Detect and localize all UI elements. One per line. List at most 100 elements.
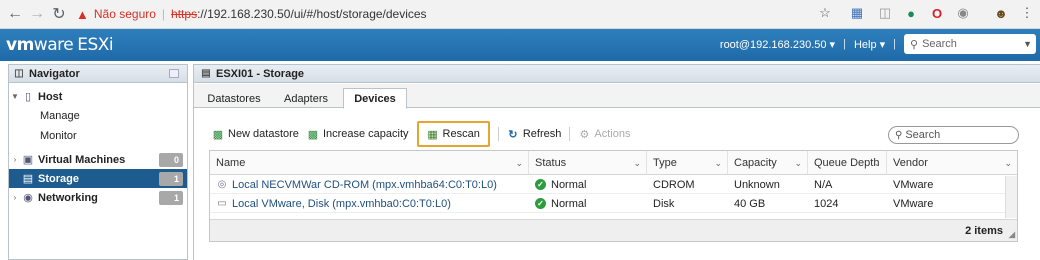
- esxi-header: vmware ESXi root@192.168.230.50 ▾ | Help …: [0, 29, 1040, 61]
- user-menu[interactable]: root@192.168.230.50 ▾: [720, 38, 835, 51]
- header-separator: |: [843, 38, 846, 50]
- bookmark-star-icon[interactable]: ☆: [816, 4, 834, 22]
- translate-extension-icon[interactable]: ▦: [848, 4, 866, 22]
- table-row[interactable]: ◎ Local NECVMWar CD-ROM (mpx.vmhba64:C0:…: [210, 175, 1017, 194]
- tab-adapters[interactable]: Adapters: [278, 89, 334, 108]
- search-icon: ⚲: [895, 129, 903, 141]
- security-label: Não seguro: [93, 7, 156, 21]
- header-menu: root@192.168.230.50 ▾ | Help ▾ | ⚲ Searc…: [720, 34, 1036, 54]
- chevron-down-icon[interactable]: ⌄: [1004, 158, 1012, 169]
- collapse-arrow-icon[interactable]: ›: [9, 193, 21, 202]
- status-ok-icon: ✓: [535, 179, 546, 190]
- device-name[interactable]: Local VMware, Disk (mpx.vmhba0:C0:T0:L0): [232, 198, 451, 210]
- disk-icon: ▭: [217, 198, 227, 209]
- tab-datastores[interactable]: Datastores: [202, 89, 266, 108]
- rescan-button[interactable]: ▦ Rescan: [416, 121, 490, 147]
- help-menu[interactable]: Help ▾: [854, 38, 885, 51]
- device-name[interactable]: Local NECVMWar CD-ROM (mpx.vmhba64:C0:T0…: [232, 179, 497, 191]
- cell-queue-depth: 1024: [814, 197, 839, 210]
- extension-icon[interactable]: ◫: [876, 4, 894, 22]
- column-header-queue-depth[interactable]: Queue Depth ⌄: [808, 151, 887, 175]
- column-label: Vendor: [893, 157, 928, 169]
- menu-dots-icon[interactable]: ⋮: [1018, 4, 1036, 22]
- nav-item-storage[interactable]: ▤ Storage 1: [9, 169, 187, 188]
- networking-icon: ◉: [23, 192, 33, 204]
- header-separator: |: [893, 38, 896, 50]
- column-label: Status: [535, 157, 567, 169]
- actions-button[interactable]: ⚙ Actions: [578, 124, 630, 144]
- nav-item-monitor[interactable]: Monitor: [9, 126, 187, 146]
- nav-item-host[interactable]: ▼ ▯ Host: [9, 87, 187, 106]
- column-label: Capacity: [734, 157, 777, 169]
- nav-item-virtual-machines[interactable]: › ▣ Virtual Machines 0: [9, 150, 187, 169]
- cell-name[interactable]: ◎ Local NECVMWar CD-ROM (mpx.vmhba64:C0:…: [210, 175, 497, 194]
- new-datastore-label: New datastore: [228, 128, 299, 140]
- chevron-down-icon[interactable]: ⌄: [633, 158, 641, 169]
- chevron-down-icon[interactable]: ⌄: [873, 158, 881, 169]
- column-label: Type: [653, 157, 677, 169]
- chevron-down-icon[interactable]: ⌄: [714, 158, 722, 169]
- nav-item-label: Virtual Machines: [38, 153, 126, 166]
- refresh-icon: ↻: [508, 128, 518, 141]
- cell-queue-depth: N/A: [814, 178, 833, 191]
- count-badge: 1: [159, 172, 183, 186]
- new-datastore-icon: ▩: [212, 128, 224, 141]
- forward-arrow-icon[interactable]: →: [26, 3, 48, 25]
- status-text: Normal: [551, 178, 587, 191]
- column-header-status[interactable]: Status ⌄: [529, 151, 647, 175]
- brand-ware: ware: [33, 35, 74, 55]
- cell-type: CDROM: [653, 178, 695, 191]
- url-protocol: https: [171, 7, 198, 21]
- reload-icon[interactable]: ↻: [48, 3, 70, 25]
- virtual-machines-icon: ▣: [22, 154, 34, 166]
- increase-capacity-icon: ▩: [307, 128, 319, 141]
- nav-item-manage[interactable]: Manage: [9, 106, 187, 126]
- column-label: Name: [216, 157, 246, 169]
- page-title: ESXI01 - Storage: [216, 67, 305, 80]
- column-header-type[interactable]: Type ⌄: [647, 151, 728, 175]
- rescan-icon: ▦: [427, 128, 438, 141]
- table-row[interactable]: ▭ Local VMware, Disk (mpx.vmhba0:C0:T0:L…: [210, 194, 1017, 213]
- collapse-panel-icon[interactable]: [169, 69, 179, 78]
- collapse-arrow-icon[interactable]: ›: [9, 155, 21, 164]
- item-count: 2 items: [965, 224, 1003, 237]
- status-text: Normal: [551, 197, 587, 210]
- warning-icon: ▲: [76, 6, 89, 22]
- header-search-input[interactable]: ⚲ Search ▼: [904, 34, 1036, 54]
- nav-item-label: Host: [38, 90, 63, 103]
- table-scrollbar[interactable]: [1005, 176, 1017, 218]
- new-datastore-button[interactable]: ▩ New datastore: [212, 124, 299, 144]
- extension-badge-icon[interactable]: ●: [902, 4, 920, 22]
- increase-capacity-button[interactable]: ▩ Increase capacity: [307, 124, 409, 144]
- expand-arrow-icon[interactable]: ▼: [9, 92, 21, 101]
- opera-icon[interactable]: O: [928, 4, 946, 22]
- count-badge: 0: [159, 153, 183, 167]
- navigator-header: ◫ Navigator: [9, 65, 187, 83]
- back-arrow-icon[interactable]: ←: [4, 3, 26, 25]
- navigator-panel: ◫ Navigator ▼ ▯ Host Manage Monitor › ▣ …: [8, 64, 188, 260]
- navigator-title: Navigator: [29, 67, 80, 80]
- gear-icon: ⚙: [579, 128, 590, 141]
- cdrom-icon: ◎: [217, 179, 227, 190]
- cell-name[interactable]: ▭ Local VMware, Disk (mpx.vmhba0:C0:T0:L…: [210, 194, 451, 213]
- host-icon: ▯: [24, 91, 32, 103]
- storage-icon: ▤: [22, 173, 34, 185]
- header-search-placeholder: Search: [922, 38, 957, 50]
- chevron-down-icon[interactable]: ⌄: [515, 158, 523, 169]
- nav-item-networking[interactable]: › ◉ Networking 1: [9, 188, 187, 207]
- vmware-esxi-logo: vmware ESXi: [6, 35, 114, 55]
- refresh-button[interactable]: ↻ Refresh: [507, 124, 561, 144]
- column-header-name[interactable]: Name ⌄: [210, 151, 529, 175]
- tab-devices[interactable]: Devices: [343, 88, 407, 109]
- address-bar[interactable]: ▲ Não seguro | https ://192.168.230.50/u…: [76, 3, 427, 25]
- cell-type: Disk: [653, 197, 675, 210]
- chevron-down-icon[interactable]: ⌄: [794, 158, 802, 169]
- column-header-capacity[interactable]: Capacity ⌄: [728, 151, 808, 175]
- extension-circle-icon[interactable]: ◉: [954, 4, 972, 22]
- chevron-down-icon[interactable]: ▼: [1023, 39, 1032, 49]
- devices-search-input[interactable]: ⚲ Search: [888, 126, 1019, 144]
- search-icon: ⚲: [910, 38, 919, 51]
- profile-avatar[interactable]: ☻: [992, 4, 1010, 22]
- resize-handle-icon[interactable]: ◢: [1009, 230, 1015, 239]
- column-header-vendor[interactable]: Vendor ⌄: [887, 151, 1017, 175]
